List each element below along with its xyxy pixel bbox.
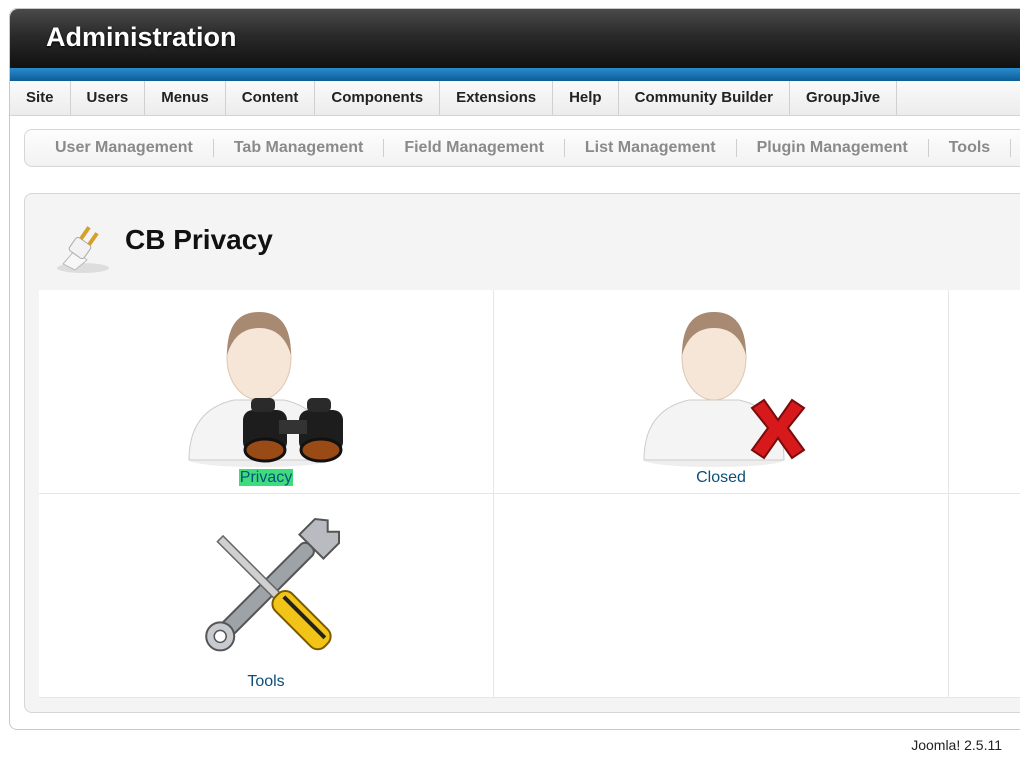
app-title: Administration [46,22,237,52]
user-binoculars-icon [188,312,343,467]
menu-help[interactable]: Help [553,81,619,115]
submenu-tab-management[interactable]: Tab Management [214,139,385,157]
empty-cell [494,494,949,698]
privacy-label-text[interactable]: Privacy [238,469,294,486]
main-menu: Site Users Menus Content Components Exte… [10,81,1020,116]
icon-grid: Privacy Closed Tools [39,290,1020,698]
empty-cell [949,290,1020,494]
header-bar: Administration [10,9,1020,68]
closed-label[interactable]: Closed [494,469,948,487]
submenu-plugin-management[interactable]: Plugin Management [737,139,929,157]
content-panel: CB Privacy Privacy Closed Tools [24,193,1020,713]
menu-menus[interactable]: Menus [145,81,226,115]
user-closed-icon [643,312,806,467]
menu-content[interactable]: Content [226,81,316,115]
submenu-field-management[interactable]: Field Management [384,139,565,157]
menu-site[interactable]: Site [10,81,71,115]
menu-community-builder[interactable]: Community Builder [619,81,790,115]
menu-users[interactable]: Users [71,81,146,115]
version-footer: Joomla! 2.5.11 [911,737,1002,753]
admin-window: Administration Site Users Menus Content … [9,8,1020,730]
tools-cell[interactable]: Tools [39,494,494,698]
submenu-tools[interactable]: Tools [929,139,1012,157]
submenu-user-management[interactable]: User Management [35,139,214,157]
tools-icon [205,517,341,652]
empty-cell [949,494,1020,698]
privacy-cell[interactable]: Privacy [39,290,494,494]
plugin-plug-icon [57,226,109,273]
page-title: CB Privacy [125,224,273,255]
menu-groupjive[interactable]: GroupJive [790,81,898,115]
closed-cell[interactable]: Closed [494,290,949,494]
submenu-list-management[interactable]: List Management [565,139,737,157]
cb-submenu: User Management Tab Management Field Man… [24,129,1020,167]
tools-label[interactable]: Tools [39,673,493,691]
menu-extensions[interactable]: Extensions [440,81,554,115]
menu-components[interactable]: Components [315,81,441,115]
privacy-label[interactable]: Privacy [39,469,493,487]
header-accent-bar [10,68,1020,81]
